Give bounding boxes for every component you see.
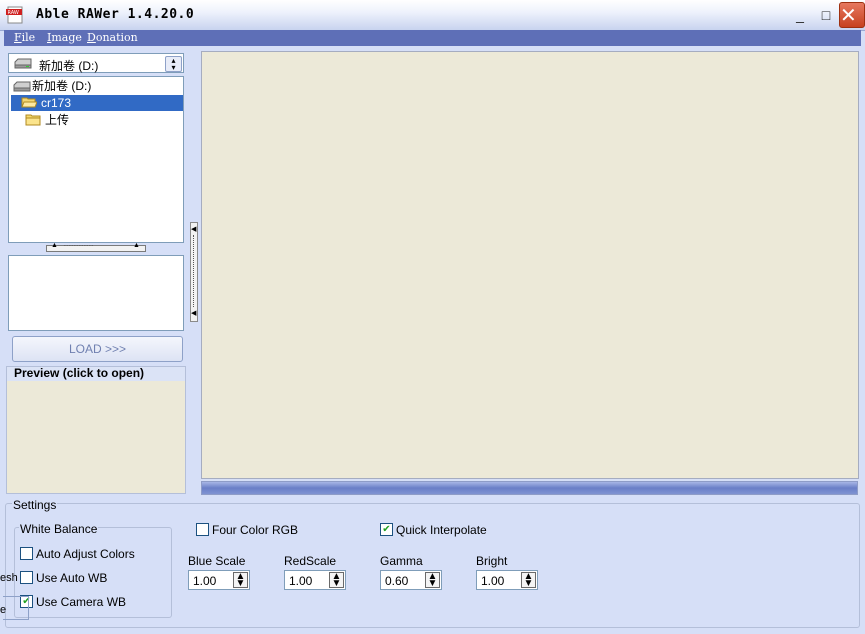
gamma-value: 0.60 — [385, 574, 409, 588]
progress-bar — [201, 481, 858, 495]
clipped-label-fragment: esh — [0, 572, 18, 584]
raw-app-icon: RAW — [6, 6, 23, 24]
bright-label: Bright — [476, 554, 508, 568]
clipped-label-fragment: e — [0, 604, 7, 616]
checkbox-label: Use Auto WB — [36, 571, 108, 585]
tree-item-label: 新加卷 (D:) — [32, 79, 92, 93]
preview-panel[interactable] — [6, 366, 186, 494]
chevron-updown-icon[interactable]: ▴ ▾ — [165, 56, 182, 72]
arrow-up-icon: ▲ — [133, 242, 140, 249]
checkbox-icon — [20, 547, 33, 561]
checkbox-label: Quick Interpolate — [396, 523, 487, 537]
menu-donation[interactable]: Donation — [87, 31, 138, 44]
file-list[interactable] — [8, 255, 184, 331]
gamma-input[interactable]: 0.60 ▲ ▼ — [380, 570, 442, 590]
tree-item-cr173[interactable]: cr173 — [11, 95, 183, 111]
arrow-up-icon: ▲ — [51, 242, 58, 249]
window-title: Able RAWer 1.4.20.0 — [36, 7, 195, 22]
menu-image[interactable]: Image — [47, 31, 82, 44]
checkmark-icon: ✔ — [380, 523, 393, 537]
grip-icon: ·················· — [63, 241, 94, 250]
four-color-rgb-checkbox[interactable]: Four Color RGB — [196, 523, 298, 539]
drive-icon — [13, 81, 31, 92]
drive-select-value: 新加卷 (D:) — [39, 59, 99, 73]
tree-item-drive[interactable]: 新加卷 (D:) — [11, 78, 183, 94]
spinner-icon[interactable]: ▲ ▼ — [521, 572, 536, 589]
clipped-button-fragment[interactable] — [3, 596, 29, 620]
checkbox-icon — [196, 523, 209, 537]
load-button[interactable]: LOAD >>> — [12, 336, 183, 362]
checkbox-label: Four Color RGB — [212, 523, 299, 537]
drive-icon — [14, 58, 32, 69]
spinner-icon[interactable]: ▲ ▼ — [425, 572, 440, 589]
preview-title: Preview (click to open) — [14, 366, 145, 380]
maximize-button[interactable]: □ — [816, 6, 836, 24]
menu-file[interactable]: File — [14, 31, 35, 44]
drive-select[interactable]: 新加卷 (D:) ▴ ▾ — [8, 53, 184, 73]
vertical-splitter[interactable]: ◀ ◀ — [190, 222, 198, 322]
use-auto-wb-checkbox[interactable]: Use Auto WB — [20, 571, 107, 587]
folder-tree[interactable]: 新加卷 (D:) cr173 上传 — [8, 76, 184, 243]
spinner-icon[interactable]: ▲ ▼ — [233, 572, 248, 589]
arrow-left-icon: ◀ — [191, 226, 197, 233]
image-canvas[interactable] — [201, 51, 859, 479]
grip-icon — [193, 235, 196, 307]
blue-scale-input[interactable]: 1.00 ▲ ▼ — [188, 570, 250, 590]
tree-item-label: cr173 — [41, 96, 72, 110]
white-balance-title: White Balance — [19, 522, 99, 536]
checkbox-icon — [20, 571, 33, 585]
use-camera-wb-checkbox[interactable]: ✔ Use Camera WB — [20, 595, 126, 611]
gamma-label: Gamma — [380, 554, 423, 568]
quick-interpolate-checkbox[interactable]: ✔ Quick Interpolate — [380, 523, 487, 539]
tree-item-upload[interactable]: 上传 — [11, 112, 183, 128]
red-scale-value: 1.00 — [289, 574, 313, 588]
svg-text:RAW: RAW — [8, 10, 19, 16]
tree-item-label: 上传 — [45, 113, 70, 127]
settings-title: Settings — [12, 498, 58, 512]
bright-input[interactable]: 1.00 ▲ ▼ — [476, 570, 538, 590]
minimize-button[interactable]: _ — [790, 6, 810, 24]
close-button[interactable]: ✕ — [839, 2, 865, 28]
folder-open-icon — [21, 97, 37, 108]
folder-icon — [25, 114, 41, 126]
checkbox-label: Auto Adjust Colors — [36, 547, 135, 561]
arrow-left-icon: ◀ — [191, 310, 197, 317]
auto-adjust-colors-checkbox[interactable]: Auto Adjust Colors — [20, 547, 135, 563]
horizontal-splitter[interactable]: ▲ ·················· ▲ — [46, 241, 146, 252]
spinner-icon[interactable]: ▲ ▼ — [329, 572, 344, 589]
red-scale-input[interactable]: 1.00 ▲ ▼ — [284, 570, 346, 590]
blue-scale-value: 1.00 — [193, 574, 217, 588]
checkbox-label: Use Camera WB — [36, 595, 127, 609]
bright-value: 1.00 — [481, 574, 505, 588]
blue-scale-label: Blue Scale — [188, 554, 246, 568]
red-scale-label: RedScale — [284, 554, 337, 568]
